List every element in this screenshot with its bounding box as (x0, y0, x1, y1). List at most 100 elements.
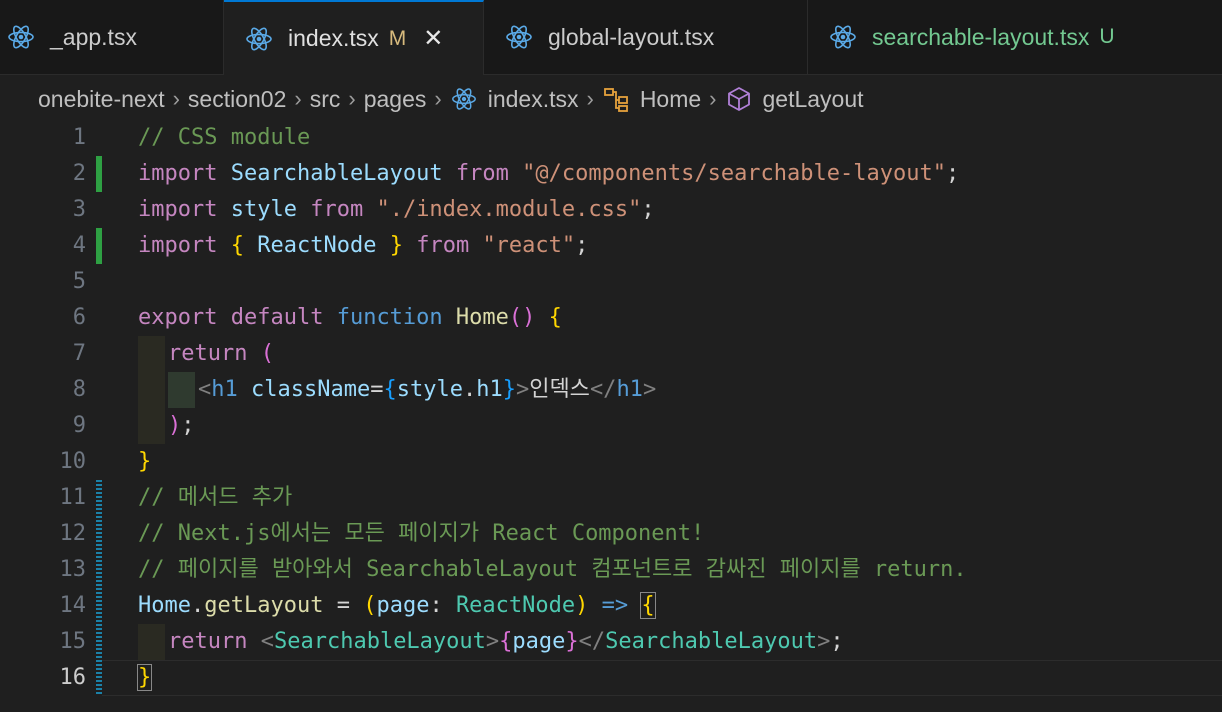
line-content: Home.getLayout = (page: ReactNode) => { (138, 588, 656, 624)
line-content: import SearchableLayout from "@/componen… (138, 156, 959, 192)
code-line: 12 // Next.js에서는 모든 페이지가 React Component… (0, 516, 1222, 552)
modified-badge: M (388, 26, 407, 50)
line-number: 8 (72, 377, 86, 402)
chevron-right-icon: › (709, 86, 717, 111)
token: ; (181, 413, 195, 438)
token: import (138, 161, 218, 186)
chevron-right-icon: › (172, 86, 180, 111)
token: < (260, 629, 274, 654)
breadcrumb-symbol[interactable]: Home (640, 86, 701, 113)
token: } (565, 629, 579, 654)
comment: // Next.js에서는 모든 페이지가 React Component! (138, 521, 705, 546)
token: } (389, 233, 403, 258)
tab-label: _app.tsx (50, 23, 137, 50)
git-modified-marker (96, 660, 102, 696)
tab-searchable-layout-tsx[interactable]: searchable-layout.tsx U (808, 0, 1222, 74)
token: { (548, 305, 562, 330)
token: Home (455, 305, 509, 330)
code-line: 8 <h1 className={style.h1}>인덱스</h1> (0, 372, 1222, 408)
token: from (455, 161, 509, 186)
comment: // 페이지를 받아와서 SearchableLayout 컴포넌트로 감싸진 … (138, 557, 967, 582)
line-content: ); (138, 408, 195, 444)
token: : (429, 593, 443, 618)
token: function (336, 305, 443, 330)
token: > (485, 629, 500, 654)
code-line: 3 import style from "./index.module.css"… (0, 192, 1222, 228)
symbol-class-icon (603, 88, 628, 112)
line-content: <h1 className={style.h1}>인덱스</h1> (138, 372, 656, 408)
code-line: 14 Home.getLayout = (page: ReactNode) =>… (0, 588, 1222, 624)
token: } (138, 449, 152, 474)
token: page (376, 593, 430, 618)
token: return (168, 341, 248, 366)
token: 인덱스 (529, 377, 590, 402)
token: > (515, 377, 530, 402)
token: ; (945, 161, 960, 186)
line-number: 14 (59, 593, 87, 618)
line-number: 3 (72, 197, 86, 222)
code-line: 9 ); (0, 408, 1222, 444)
tab-app-tsx[interactable]: _app.tsx (0, 0, 224, 74)
react-file-icon (506, 23, 532, 51)
token: } (502, 377, 516, 402)
breadcrumb-file[interactable]: index.tsx (488, 86, 579, 113)
git-modified-marker (96, 624, 102, 660)
git-added-marker (96, 156, 102, 192)
breadcrumb-symbol[interactable]: getLayout (763, 86, 864, 113)
line-number: 9 (72, 413, 86, 438)
breadcrumb-item[interactable]: src (310, 86, 341, 113)
token: . (462, 377, 477, 402)
token: return (168, 629, 248, 654)
token: ReactNode (257, 233, 377, 258)
tab-label: searchable-layout.tsx (872, 23, 1090, 50)
line-number: 10 (59, 449, 87, 474)
indent-guide (138, 372, 165, 408)
breadcrumb-item[interactable]: pages (364, 86, 427, 113)
current-line-highlight (102, 660, 1222, 696)
line-number: 4 (72, 233, 86, 258)
code-editor[interactable]: 1 // CSS module 2 import SearchableLayou… (0, 120, 1222, 712)
breadcrumb-item[interactable]: onebite-next (38, 86, 165, 113)
line-content: return <SearchableLayout>{page}</Searcha… (138, 624, 844, 660)
token: { (230, 233, 244, 258)
token: getLayout (204, 593, 324, 618)
line-number: 16 (59, 665, 87, 690)
code-line: 13 // 페이지를 받아와서 SearchableLayout 컴포넌트로 감… (0, 552, 1222, 588)
line-number: 2 (72, 161, 86, 186)
token: () (508, 305, 536, 330)
token: > (642, 377, 657, 402)
token: from (416, 233, 470, 258)
token: { (499, 629, 513, 654)
line-number: 11 (59, 485, 87, 510)
token: { (640, 592, 656, 619)
token: SearchableLayout (605, 629, 818, 654)
line-content: import style from "./index.module.css"; (138, 192, 655, 228)
breadcrumb: onebite-next › section02 › src › pages ›… (38, 82, 864, 116)
line-content: return ( (138, 336, 274, 372)
code-line: 7 return ( (0, 336, 1222, 372)
token: ) (168, 413, 182, 438)
tab-index-tsx[interactable]: index.tsx M ✕ (224, 0, 484, 75)
git-modified-marker (96, 480, 102, 516)
tab-global-layout-tsx[interactable]: global-layout.tsx (484, 0, 808, 74)
line-content: // Next.js에서는 모든 페이지가 React Component! (138, 516, 704, 552)
code-line: 11 // 메서드 추가 (0, 480, 1222, 516)
line-number: 13 (59, 557, 87, 582)
indent-guide (138, 408, 165, 444)
token: "react" (482, 233, 576, 258)
token: Home (138, 593, 191, 618)
git-modified-marker (96, 516, 102, 552)
token: ; (830, 629, 844, 654)
close-tab-icon[interactable]: ✕ (420, 24, 446, 53)
chevron-right-icon: › (434, 86, 442, 111)
tab-label: global-layout.tsx (548, 23, 715, 50)
token: "./index.module.css" (376, 197, 642, 222)
comment: // CSS module (138, 125, 311, 150)
chevron-right-icon: › (294, 86, 302, 111)
token: ; (641, 197, 655, 222)
line-number: 15 (59, 629, 87, 654)
code-line: 6 export default function Home() { (0, 300, 1222, 336)
react-file-icon (451, 86, 476, 112)
breadcrumb-item[interactable]: section02 (188, 86, 286, 113)
line-content: } (136, 660, 153, 696)
